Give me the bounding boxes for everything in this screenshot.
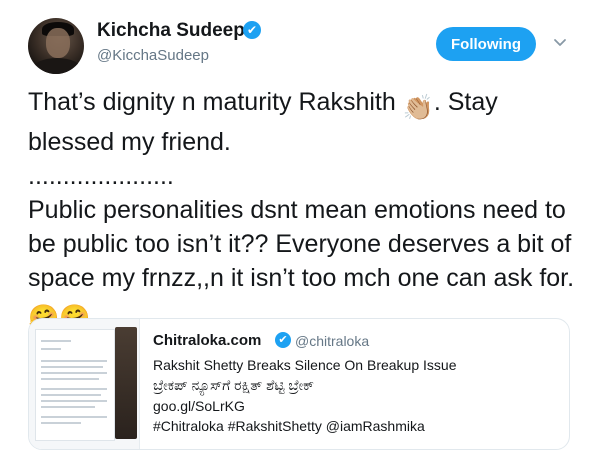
quoted-author-name: Chitraloka.com bbox=[153, 332, 262, 349]
avatar-shoulders bbox=[32, 58, 82, 74]
verified-badge-icon: ✔ bbox=[243, 21, 261, 39]
person-photo-thumbnail bbox=[115, 327, 137, 439]
author-name[interactable]: Kichcha Sudeepa bbox=[97, 20, 255, 42]
quoted-headline-kannada: ಬ್ರೇಕಪ್ ನ್ಯೂಸ್‌ಗೆ ರಕ್ಷಿತ್ ಶೆಟ್ಟಿ ಬ್ರೇಕ್ bbox=[153, 377, 314, 393]
quoted-verified-badge-icon: ✔ bbox=[275, 332, 291, 348]
quoted-hashtags[interactable]: #Chitraloka #RakshitShetty @iamRashmika bbox=[153, 418, 425, 434]
clapping-hands-emoji-icon: 👏🏼 bbox=[402, 94, 434, 122]
tweet-text: That’s dignity n maturity Rakshith 👏🏼. S… bbox=[28, 85, 588, 335]
tweet-paragraph: Public personalities dsnt mean emotions … bbox=[28, 196, 575, 292]
document-thumbnail bbox=[35, 329, 115, 441]
tweet-line1: That’s dignity n maturity Rakshith bbox=[28, 88, 403, 116]
author-handle[interactable]: @KicchaSudeep bbox=[97, 47, 209, 64]
tweet-divider: ..................... bbox=[28, 162, 174, 190]
following-button[interactable]: Following bbox=[436, 27, 536, 61]
avatar[interactable] bbox=[28, 18, 84, 74]
quoted-link[interactable]: goo.gl/SoLrKG bbox=[153, 398, 245, 414]
chevron-down-icon[interactable] bbox=[552, 34, 568, 50]
quoted-tweet-image[interactable] bbox=[29, 319, 140, 449]
quoted-headline: Rakshit Shetty Breaks Silence On Breakup… bbox=[153, 357, 457, 373]
quoted-tweet-card[interactable]: Chitraloka.com ✔ @chitraloka Rakshit She… bbox=[28, 318, 570, 450]
quoted-author-handle: @chitraloka bbox=[295, 333, 370, 349]
avatar-face bbox=[46, 28, 70, 58]
